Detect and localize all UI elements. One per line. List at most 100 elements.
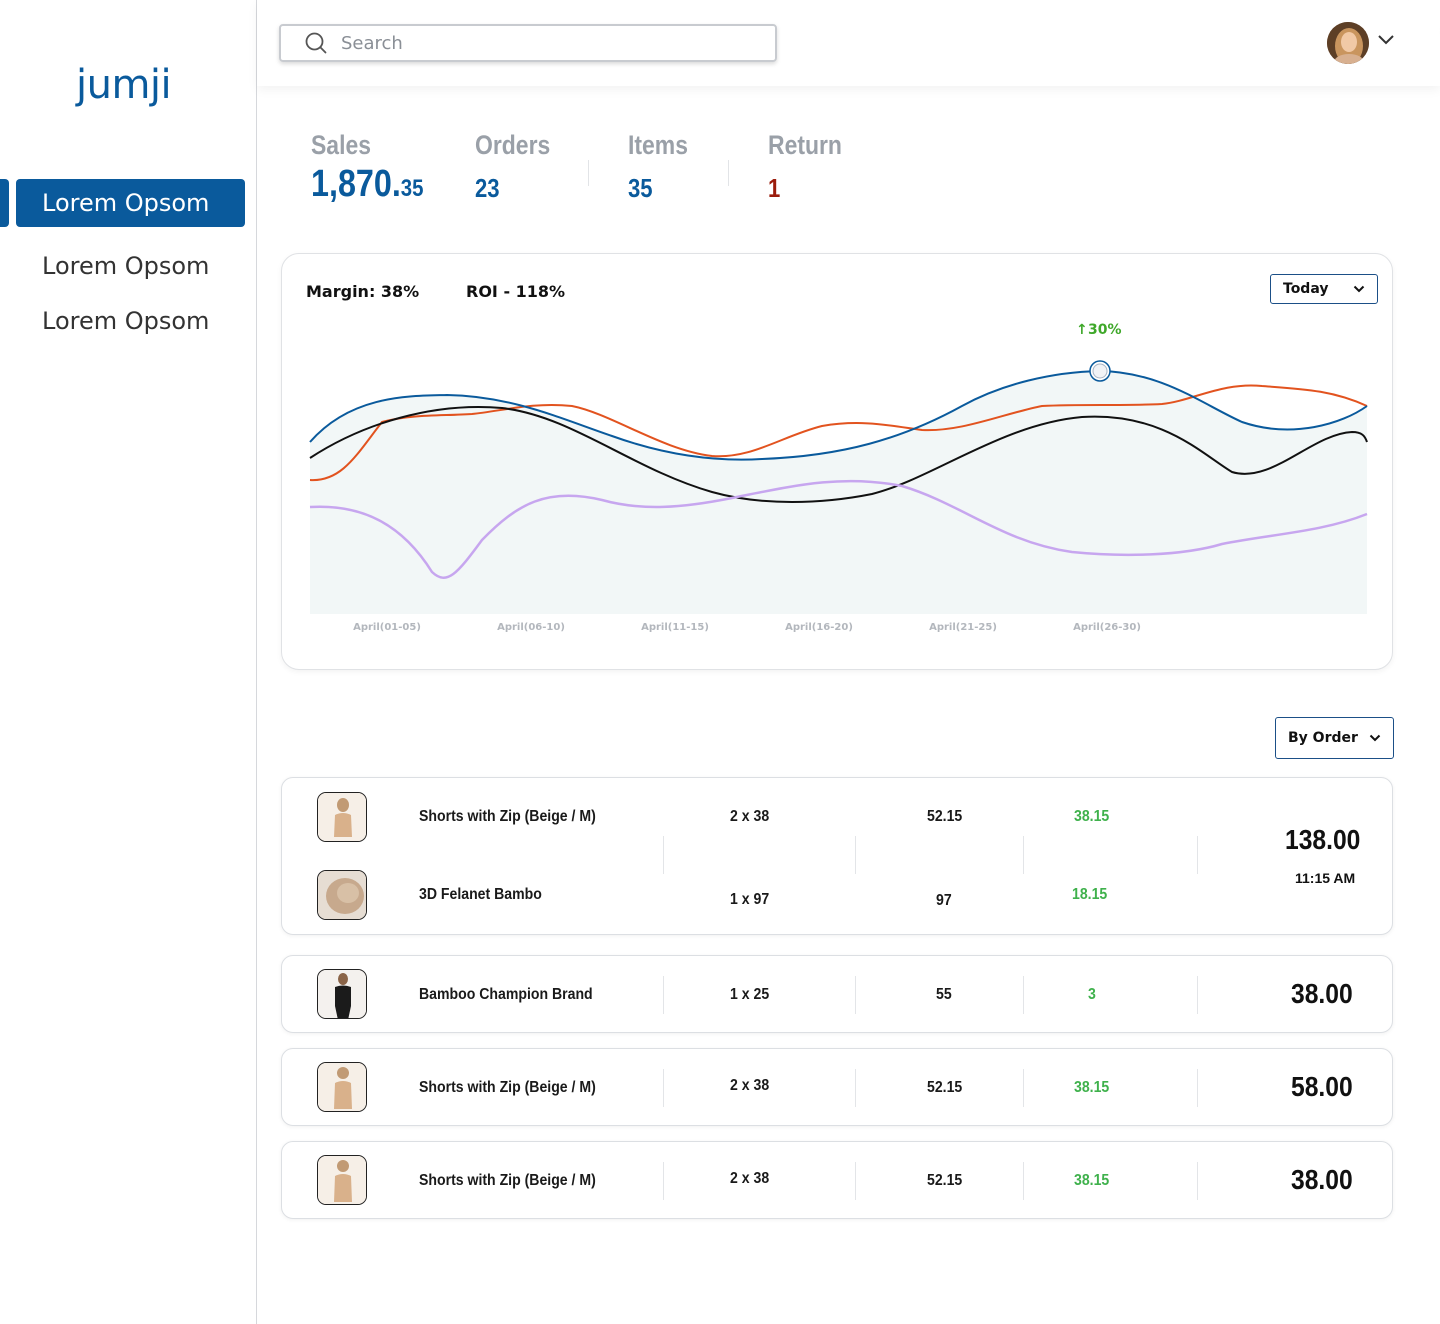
product-profit: 3 <box>1088 986 1096 1003</box>
stat-return-label: Return <box>768 130 842 160</box>
stat-sales-cents: 35 <box>400 175 424 202</box>
column-divider <box>1023 1069 1024 1107</box>
product-thumbnail[interactable] <box>317 870 367 920</box>
stat-return: Return 1 <box>768 130 855 204</box>
x-tick-label: April(16-20) <box>785 622 853 633</box>
product-price: 52.15 <box>927 1079 963 1096</box>
chart-card: Margin: 38% ROI - 118% Today ↑ 30% April… <box>281 253 1393 670</box>
column-divider <box>855 1069 856 1107</box>
product-price: 55 <box>936 986 952 1003</box>
column-divider <box>1023 1162 1024 1200</box>
product-name: 3D Felanet Bambo <box>419 886 542 903</box>
product-thumbnail[interactable] <box>317 1155 367 1205</box>
product-name: Shorts with Zip (Beige / M) <box>419 808 596 825</box>
product-qty: 1 x 97 <box>730 891 770 908</box>
sort-select[interactable]: By Order <box>1275 717 1394 759</box>
stat-sales-value: 1,870.35 <box>311 163 424 206</box>
app-window: jumji Lorem Opsom Lorem Opsom Lorem Opso… <box>0 0 1440 1324</box>
chevron-down-icon[interactable] <box>1377 34 1395 46</box>
order-total: 138.00 <box>1285 824 1361 855</box>
column-divider <box>1197 976 1198 1014</box>
product-qty: 2 x 38 <box>730 1170 770 1187</box>
column-divider <box>1197 836 1198 874</box>
order-card[interactable]: Bamboo Champion Brand 1 x 25 55 3 38.00 <box>281 955 1393 1033</box>
stat-items: Items 35 <box>628 130 699 204</box>
product-name: Bamboo Champion Brand <box>419 986 593 1003</box>
order-card[interactable]: Shorts with Zip (Beige / M) 2 x 38 52.15… <box>281 777 1393 935</box>
app-logo[interactable]: jumji <box>76 62 172 108</box>
product-name: Shorts with Zip (Beige / M) <box>419 1172 596 1189</box>
x-tick-label: April(11-15) <box>641 622 709 633</box>
product-profit: 38.15 <box>1074 808 1110 825</box>
order-total: 38.00 <box>1291 1164 1353 1195</box>
product-qty: 2 x 38 <box>730 808 770 825</box>
product-thumbnail[interactable] <box>317 969 367 1019</box>
stat-orders-value: 23 <box>475 173 500 203</box>
column-divider <box>663 976 664 1014</box>
stat-return-value: 1 <box>768 173 781 203</box>
order-total: 58.00 <box>1291 1071 1353 1102</box>
product-image <box>318 793 366 841</box>
topbar <box>257 0 1440 86</box>
product-profit: 18.15 <box>1072 886 1108 903</box>
product-image <box>318 871 366 919</box>
search-input[interactable] <box>341 32 741 54</box>
product-image <box>318 970 366 1018</box>
stat-divider <box>588 160 589 186</box>
chevron-down-icon <box>1369 734 1381 742</box>
order-card[interactable]: Shorts with Zip (Beige / M) 2 x 38 52.15… <box>281 1141 1393 1219</box>
stat-items-value: 35 <box>628 173 653 203</box>
column-divider <box>1023 836 1024 874</box>
stat-orders-label: Orders <box>475 130 551 160</box>
x-tick-label: April(06-10) <box>497 622 565 633</box>
x-tick-label: April(01-05) <box>353 622 421 633</box>
product-profit: 38.15 <box>1074 1172 1110 1189</box>
stat-divider <box>728 160 729 186</box>
column-divider <box>855 976 856 1014</box>
user-avatar[interactable] <box>1327 22 1369 64</box>
highlight-point-inner <box>1092 363 1108 379</box>
sort-select-value: By Order <box>1288 730 1358 746</box>
stat-sales-main: 1,870. <box>311 163 401 205</box>
product-image <box>318 1063 366 1111</box>
column-divider <box>663 836 664 874</box>
product-price: 97 <box>936 892 952 909</box>
stat-sales-label: Sales <box>311 130 371 160</box>
sidebar-item-1[interactable]: Lorem Opsom <box>16 179 245 227</box>
sidebar-item-3[interactable]: Lorem Opsom <box>16 297 245 345</box>
highlight-change-label: 30% <box>1088 322 1122 338</box>
stat-orders: Orders 23 <box>475 130 564 204</box>
sidebar-item-2[interactable]: Lorem Opsom <box>16 242 245 290</box>
avatar-image <box>1327 22 1369 64</box>
order-card[interactable]: Shorts with Zip (Beige / M) 2 x 38 52.15… <box>281 1048 1393 1126</box>
product-name: Shorts with Zip (Beige / M) <box>419 1079 596 1096</box>
search-icon <box>305 32 327 54</box>
stat-sales: Sales 1,870.35 <box>311 130 443 206</box>
column-divider <box>663 1069 664 1107</box>
column-divider <box>1197 1069 1198 1107</box>
arrow-up-icon: ↑ <box>1076 322 1088 338</box>
product-qty: 1 x 25 <box>730 986 770 1003</box>
column-divider <box>855 836 856 874</box>
sidebar: jumji Lorem Opsom Lorem Opsom Lorem Opso… <box>0 0 257 1324</box>
order-total: 38.00 <box>1291 978 1353 1009</box>
column-divider <box>1197 1162 1198 1200</box>
product-thumbnail[interactable] <box>317 792 367 842</box>
search-box[interactable] <box>279 24 777 62</box>
product-price: 52.15 <box>927 808 963 825</box>
column-divider <box>855 1162 856 1200</box>
column-divider <box>1023 976 1024 1014</box>
column-divider <box>663 1162 664 1200</box>
product-price: 52.15 <box>927 1172 963 1189</box>
stat-items-label: Items <box>628 130 688 160</box>
x-tick-label: April(26-30) <box>1073 622 1141 633</box>
product-image <box>318 1156 366 1204</box>
product-profit: 38.15 <box>1074 1079 1110 1096</box>
product-thumbnail[interactable] <box>317 1062 367 1112</box>
trend-chart: ↑ 30% April(01-05) April(06-10) April(11-1… <box>309 322 1368 633</box>
active-nav-indicator <box>0 179 9 227</box>
x-tick-label: April(21-25) <box>929 622 997 633</box>
x-axis-ticks: April(01-05) April(06-10) April(11-15) Apri… <box>353 622 1141 633</box>
order-time: 11:15 AM <box>1295 870 1356 886</box>
product-qty: 2 x 38 <box>730 1077 770 1094</box>
